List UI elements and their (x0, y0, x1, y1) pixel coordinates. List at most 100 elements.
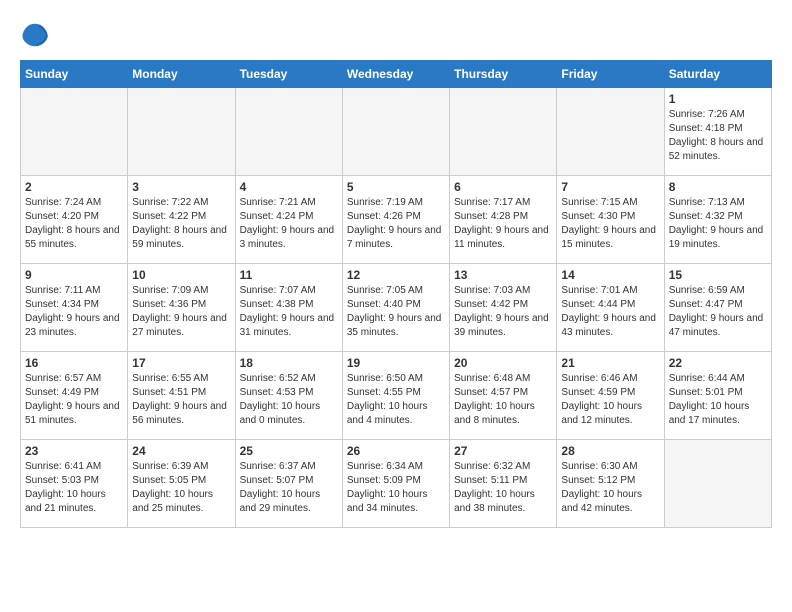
day-number: 8 (669, 180, 767, 194)
day-cell: 8 Sunrise: 7:13 AM Sunset: 4:32 PM Daylig… (664, 176, 771, 264)
day-cell: 28 Sunrise: 6:30 AM Sunset: 5:12 PM Dayli… (557, 440, 664, 528)
week-row-4: 23 Sunrise: 6:41 AM Sunset: 5:03 PM Dayli… (21, 440, 772, 528)
day-header-sunday: Sunday (21, 61, 128, 88)
day-number: 23 (25, 444, 123, 458)
day-info: Sunrise: 6:50 AM Sunset: 4:55 PM Dayligh… (347, 372, 445, 428)
day-number: 1 (669, 92, 767, 106)
day-number: 27 (454, 444, 552, 458)
day-info: Sunrise: 6:41 AM Sunset: 5:03 PM Dayligh… (25, 460, 123, 516)
day-number: 11 (240, 268, 338, 282)
day-cell: 18 Sunrise: 6:52 AM Sunset: 4:53 PM Dayli… (235, 352, 342, 440)
day-cell: 11 Sunrise: 7:07 AM Sunset: 4:38 PM Dayli… (235, 264, 342, 352)
logo-icon (20, 20, 50, 50)
day-number: 5 (347, 180, 445, 194)
day-info: Sunrise: 6:52 AM Sunset: 4:53 PM Dayligh… (240, 372, 338, 428)
day-number: 9 (25, 268, 123, 282)
day-number: 14 (561, 268, 659, 282)
day-header-friday: Friday (557, 61, 664, 88)
day-cell: 10 Sunrise: 7:09 AM Sunset: 4:36 PM Dayli… (128, 264, 235, 352)
day-header-wednesday: Wednesday (342, 61, 449, 88)
day-number: 21 (561, 356, 659, 370)
day-cell: 26 Sunrise: 6:34 AM Sunset: 5:09 PM Dayli… (342, 440, 449, 528)
day-number: 22 (669, 356, 767, 370)
day-number: 3 (132, 180, 230, 194)
day-cell (235, 88, 342, 176)
day-cell: 19 Sunrise: 6:50 AM Sunset: 4:55 PM Dayli… (342, 352, 449, 440)
day-number: 12 (347, 268, 445, 282)
day-number: 16 (25, 356, 123, 370)
day-info: Sunrise: 6:34 AM Sunset: 5:09 PM Dayligh… (347, 460, 445, 516)
day-info: Sunrise: 7:21 AM Sunset: 4:24 PM Dayligh… (240, 196, 338, 252)
day-info: Sunrise: 6:48 AM Sunset: 4:57 PM Dayligh… (454, 372, 552, 428)
day-info: Sunrise: 6:55 AM Sunset: 4:51 PM Dayligh… (132, 372, 230, 428)
day-cell: 13 Sunrise: 7:03 AM Sunset: 4:42 PM Dayli… (450, 264, 557, 352)
day-number: 10 (132, 268, 230, 282)
day-cell (21, 88, 128, 176)
day-info: Sunrise: 6:46 AM Sunset: 4:59 PM Dayligh… (561, 372, 659, 428)
day-cell (557, 88, 664, 176)
day-cell (450, 88, 557, 176)
day-number: 19 (347, 356, 445, 370)
day-number: 17 (132, 356, 230, 370)
day-cell: 6Sunrise: 7:17 AM Sunset: 4:28 PM Daylig… (450, 176, 557, 264)
day-cell (128, 88, 235, 176)
day-cell: 16 Sunrise: 6:57 AM Sunset: 4:49 PM Dayli… (21, 352, 128, 440)
day-cell: 7Sunrise: 7:15 AM Sunset: 4:30 PM Daylig… (557, 176, 664, 264)
day-info: Sunrise: 6:32 AM Sunset: 5:11 PM Dayligh… (454, 460, 552, 516)
day-info: Sunrise: 6:37 AM Sunset: 5:07 PM Dayligh… (240, 460, 338, 516)
day-cell: 12Sunrise: 7:05 AM Sunset: 4:40 PM Dayli… (342, 264, 449, 352)
day-header-monday: Monday (128, 61, 235, 88)
day-header-tuesday: Tuesday (235, 61, 342, 88)
day-cell: 20Sunrise: 6:48 AM Sunset: 4:57 PM Dayli… (450, 352, 557, 440)
day-number: 4 (240, 180, 338, 194)
logo (20, 20, 54, 50)
day-info: Sunrise: 6:57 AM Sunset: 4:49 PM Dayligh… (25, 372, 123, 428)
day-cell: 23 Sunrise: 6:41 AM Sunset: 5:03 PM Dayli… (21, 440, 128, 528)
day-info: Sunrise: 6:30 AM Sunset: 5:12 PM Dayligh… (561, 460, 659, 516)
day-cell (664, 440, 771, 528)
day-info: Sunrise: 6:39 AM Sunset: 5:05 PM Dayligh… (132, 460, 230, 516)
day-info: Sunrise: 7:03 AM Sunset: 4:42 PM Dayligh… (454, 284, 552, 340)
week-row-2: 9 Sunrise: 7:11 AM Sunset: 4:34 PM Daylig… (21, 264, 772, 352)
day-cell (342, 88, 449, 176)
day-cell: 2 Sunrise: 7:24 AM Sunset: 4:20 PM Daylig… (21, 176, 128, 264)
day-cell: 25 Sunrise: 6:37 AM Sunset: 5:07 PM Dayli… (235, 440, 342, 528)
day-info: Sunrise: 7:11 AM Sunset: 4:34 PM Dayligh… (25, 284, 123, 340)
day-info: Sunrise: 7:09 AM Sunset: 4:36 PM Dayligh… (132, 284, 230, 340)
day-number: 18 (240, 356, 338, 370)
day-info: Sunrise: 7:22 AM Sunset: 4:22 PM Dayligh… (132, 196, 230, 252)
day-cell: 27 Sunrise: 6:32 AM Sunset: 5:11 PM Dayli… (450, 440, 557, 528)
calendar-header: SundayMondayTuesdayWednesdayThursdayFrid… (21, 61, 772, 88)
header-row: SundayMondayTuesdayWednesdayThursdayFrid… (21, 61, 772, 88)
day-cell: 5 Sunrise: 7:19 AM Sunset: 4:26 PM Daylig… (342, 176, 449, 264)
day-info: Sunrise: 7:07 AM Sunset: 4:38 PM Dayligh… (240, 284, 338, 340)
day-number: 25 (240, 444, 338, 458)
day-number: 2 (25, 180, 123, 194)
day-info: Sunrise: 7:13 AM Sunset: 4:32 PM Dayligh… (669, 196, 767, 252)
calendar-table: SundayMondayTuesdayWednesdayThursdayFrid… (20, 60, 772, 528)
day-cell: 21 Sunrise: 6:46 AM Sunset: 4:59 PM Dayli… (557, 352, 664, 440)
day-number: 24 (132, 444, 230, 458)
day-cell: 22Sunrise: 6:44 AM Sunset: 5:01 PM Dayli… (664, 352, 771, 440)
week-row-1: 2 Sunrise: 7:24 AM Sunset: 4:20 PM Daylig… (21, 176, 772, 264)
day-header-thursday: Thursday (450, 61, 557, 88)
day-number: 13 (454, 268, 552, 282)
day-info: Sunrise: 7:19 AM Sunset: 4:26 PM Dayligh… (347, 196, 445, 252)
day-number: 26 (347, 444, 445, 458)
week-row-0: 1Sunrise: 7:26 AM Sunset: 4:18 PM Daylig… (21, 88, 772, 176)
day-info: Sunrise: 7:24 AM Sunset: 4:20 PM Dayligh… (25, 196, 123, 252)
day-cell: 3 Sunrise: 7:22 AM Sunset: 4:22 PM Daylig… (128, 176, 235, 264)
page-header (20, 20, 772, 50)
day-cell: 24 Sunrise: 6:39 AM Sunset: 5:05 PM Dayli… (128, 440, 235, 528)
day-info: Sunrise: 7:01 AM Sunset: 4:44 PM Dayligh… (561, 284, 659, 340)
day-info: Sunrise: 7:15 AM Sunset: 4:30 PM Dayligh… (561, 196, 659, 252)
day-cell: 15Sunrise: 6:59 AM Sunset: 4:47 PM Dayli… (664, 264, 771, 352)
calendar-body: 1Sunrise: 7:26 AM Sunset: 4:18 PM Daylig… (21, 88, 772, 528)
day-cell: 9 Sunrise: 7:11 AM Sunset: 4:34 PM Daylig… (21, 264, 128, 352)
day-cell: 1Sunrise: 7:26 AM Sunset: 4:18 PM Daylig… (664, 88, 771, 176)
day-number: 15 (669, 268, 767, 282)
day-number: 28 (561, 444, 659, 458)
day-cell: 4 Sunrise: 7:21 AM Sunset: 4:24 PM Daylig… (235, 176, 342, 264)
day-header-saturday: Saturday (664, 61, 771, 88)
day-cell: 17 Sunrise: 6:55 AM Sunset: 4:51 PM Dayli… (128, 352, 235, 440)
